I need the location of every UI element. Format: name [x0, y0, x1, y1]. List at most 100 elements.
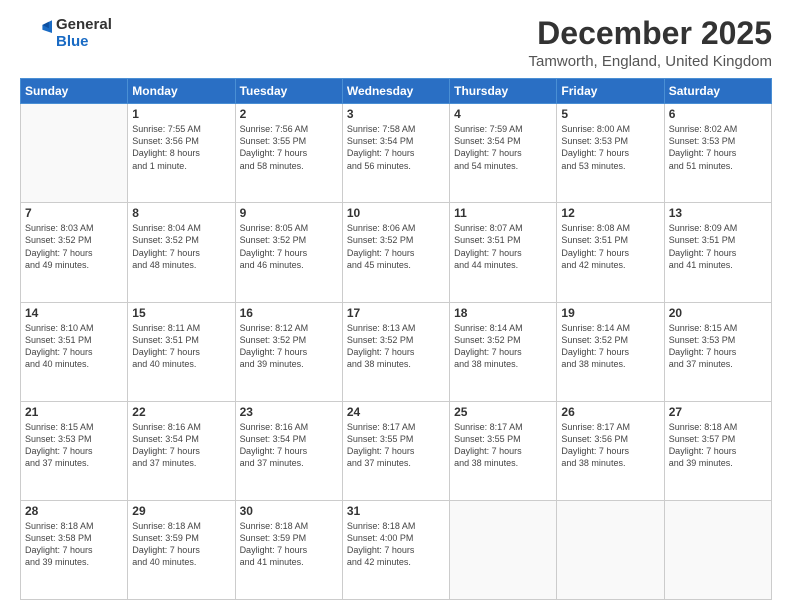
cell-content: Sunrise: 7:55 AM Sunset: 3:56 PM Dayligh… [132, 123, 230, 172]
calendar-cell: 28Sunrise: 8:18 AM Sunset: 3:58 PM Dayli… [21, 500, 128, 599]
calendar-cell [450, 500, 557, 599]
weekday-header-saturday: Saturday [664, 79, 771, 104]
cell-content: Sunrise: 8:08 AM Sunset: 3:51 PM Dayligh… [561, 222, 659, 271]
day-number: 10 [347, 206, 445, 220]
calendar-cell: 15 Sunrise: 8:11 AM Sunset: 3:51 PM Dayli… [128, 302, 235, 401]
day-number: 9 [240, 206, 338, 220]
month-title: December 2025 [529, 16, 772, 51]
weekday-header-tuesday: Tuesday [235, 79, 342, 104]
day-number: 22 [132, 405, 230, 419]
calendar-cell: 17 Sunrise: 8:13 AM Sunset: 3:52 PM Dayli… [342, 302, 449, 401]
calendar-cell: 6 Sunrise: 8:02 AM Sunset: 3:53 PM Daylig… [664, 104, 771, 203]
cell-content: Sunrise: 8:18 AM Sunset: 3:57 PM Dayligh… [669, 421, 767, 470]
cell-content: Sunrise: 8:11 AM Sunset: 3:51 PM Dayligh… [132, 322, 230, 371]
weekday-header-thursday: Thursday [450, 79, 557, 104]
cell-content: Sunrise: 8:14 AM Sunset: 3:52 PM Dayligh… [454, 322, 552, 371]
cell-content: Sunrise: 8:05 AM Sunset: 3:52 PM Dayligh… [240, 222, 338, 271]
day-number: 6 [669, 107, 767, 121]
cell-content: Sunrise: 8:16 AM Sunset: 3:54 PM Dayligh… [240, 421, 338, 470]
calendar-cell: 8Sunrise: 8:04 AM Sunset: 3:52 PM Daylig… [128, 203, 235, 302]
cell-content: Sunrise: 8:09 AM Sunset: 3:51 PM Dayligh… [669, 222, 767, 271]
day-number: 18 [454, 306, 552, 320]
cell-content: Sunrise: 8:18 AM Sunset: 3:58 PM Dayligh… [25, 520, 123, 569]
day-number: 11 [454, 206, 552, 220]
day-number: 31 [347, 504, 445, 518]
weekday-header-friday: Friday [557, 79, 664, 104]
calendar-cell: 26Sunrise: 8:17 AM Sunset: 3:56 PM Dayli… [557, 401, 664, 500]
calendar-cell: 19Sunrise: 8:14 AM Sunset: 3:52 PM Dayli… [557, 302, 664, 401]
logo-blue: Blue [56, 33, 112, 50]
logo-bird-icon [20, 17, 52, 49]
cell-content: Sunrise: 8:16 AM Sunset: 3:54 PM Dayligh… [132, 421, 230, 470]
day-number: 5 [561, 107, 659, 121]
calendar-cell: 25 Sunrise: 8:17 AM Sunset: 3:55 PM Dayli… [450, 401, 557, 500]
cell-content: Sunrise: 8:17 AM Sunset: 3:55 PM Dayligh… [454, 421, 552, 470]
calendar-cell: 7 Sunrise: 8:03 AM Sunset: 3:52 PM Daylig… [21, 203, 128, 302]
cell-content: Sunrise: 8:18 AM Sunset: 3:59 PM Dayligh… [240, 520, 338, 569]
day-number: 26 [561, 405, 659, 419]
calendar-cell: 31 Sunrise: 8:18 AM Sunset: 4:00 PM Dayli… [342, 500, 449, 599]
day-number: 1 [132, 107, 230, 121]
day-number: 20 [669, 306, 767, 320]
day-number: 29 [132, 504, 230, 518]
cell-content: Sunrise: 8:18 AM Sunset: 3:59 PM Dayligh… [132, 520, 230, 569]
day-number: 23 [240, 405, 338, 419]
day-number: 7 [25, 206, 123, 220]
calendar-cell: 16Sunrise: 8:12 AM Sunset: 3:52 PM Dayli… [235, 302, 342, 401]
day-number: 2 [240, 107, 338, 121]
header: General Blue December 2025 Tamworth, Eng… [20, 16, 772, 70]
week-row-5: 28Sunrise: 8:18 AM Sunset: 3:58 PM Dayli… [21, 500, 772, 599]
cell-content: Sunrise: 8:13 AM Sunset: 3:52 PM Dayligh… [347, 322, 445, 371]
calendar-cell: 20 Sunrise: 8:15 AM Sunset: 3:53 PM Dayli… [664, 302, 771, 401]
weekday-header-monday: Monday [128, 79, 235, 104]
calendar-cell: 1 Sunrise: 7:55 AM Sunset: 3:56 PM Daylig… [128, 104, 235, 203]
location: Tamworth, England, United Kingdom [529, 53, 772, 70]
cell-content: Sunrise: 8:03 AM Sunset: 3:52 PM Dayligh… [25, 222, 123, 271]
calendar-cell: 11 Sunrise: 8:07 AM Sunset: 3:51 PM Dayli… [450, 203, 557, 302]
week-row-3: 14Sunrise: 8:10 AM Sunset: 3:51 PM Dayli… [21, 302, 772, 401]
calendar-cell: 23 Sunrise: 8:16 AM Sunset: 3:54 PM Dayli… [235, 401, 342, 500]
day-number: 19 [561, 306, 659, 320]
cell-content: Sunrise: 8:02 AM Sunset: 3:53 PM Dayligh… [669, 123, 767, 172]
cell-content: Sunrise: 8:17 AM Sunset: 3:55 PM Dayligh… [347, 421, 445, 470]
day-number: 16 [240, 306, 338, 320]
cell-content: Sunrise: 7:59 AM Sunset: 3:54 PM Dayligh… [454, 123, 552, 172]
week-row-4: 21 Sunrise: 8:15 AM Sunset: 3:53 PM Dayli… [21, 401, 772, 500]
day-number: 21 [25, 405, 123, 419]
calendar-cell [664, 500, 771, 599]
calendar-cell: 9 Sunrise: 8:05 AM Sunset: 3:52 PM Daylig… [235, 203, 342, 302]
logo-general: General [56, 16, 112, 33]
cell-content: Sunrise: 7:58 AM Sunset: 3:54 PM Dayligh… [347, 123, 445, 172]
calendar: SundayMondayTuesdayWednesdayThursdayFrid… [20, 78, 772, 600]
day-number: 15 [132, 306, 230, 320]
cell-content: Sunrise: 8:15 AM Sunset: 3:53 PM Dayligh… [25, 421, 123, 470]
page: General Blue December 2025 Tamworth, Eng… [0, 0, 792, 612]
week-row-2: 7 Sunrise: 8:03 AM Sunset: 3:52 PM Daylig… [21, 203, 772, 302]
title-block: December 2025 Tamworth, England, United … [529, 16, 772, 70]
calendar-cell: 30Sunrise: 8:18 AM Sunset: 3:59 PM Dayli… [235, 500, 342, 599]
day-number: 13 [669, 206, 767, 220]
day-number: 3 [347, 107, 445, 121]
cell-content: Sunrise: 8:15 AM Sunset: 3:53 PM Dayligh… [669, 322, 767, 371]
calendar-cell: 3 Sunrise: 7:58 AM Sunset: 3:54 PM Daylig… [342, 104, 449, 203]
calendar-cell [557, 500, 664, 599]
calendar-cell: 14Sunrise: 8:10 AM Sunset: 3:51 PM Dayli… [21, 302, 128, 401]
calendar-cell: 2Sunrise: 7:56 AM Sunset: 3:55 PM Daylig… [235, 104, 342, 203]
cell-content: Sunrise: 8:06 AM Sunset: 3:52 PM Dayligh… [347, 222, 445, 271]
cell-content: Sunrise: 8:10 AM Sunset: 3:51 PM Dayligh… [25, 322, 123, 371]
calendar-cell: 24 Sunrise: 8:17 AM Sunset: 3:55 PM Dayli… [342, 401, 449, 500]
week-row-1: 1 Sunrise: 7:55 AM Sunset: 3:56 PM Daylig… [21, 104, 772, 203]
day-number: 25 [454, 405, 552, 419]
day-number: 12 [561, 206, 659, 220]
cell-content: Sunrise: 8:04 AM Sunset: 3:52 PM Dayligh… [132, 222, 230, 271]
cell-content: Sunrise: 8:18 AM Sunset: 4:00 PM Dayligh… [347, 520, 445, 569]
day-number: 17 [347, 306, 445, 320]
day-number: 24 [347, 405, 445, 419]
calendar-cell: 29 Sunrise: 8:18 AM Sunset: 3:59 PM Dayli… [128, 500, 235, 599]
logo: General Blue [20, 16, 112, 51]
calendar-cell: 4Sunrise: 7:59 AM Sunset: 3:54 PM Daylig… [450, 104, 557, 203]
calendar-cell: 22 Sunrise: 8:16 AM Sunset: 3:54 PM Dayli… [128, 401, 235, 500]
cell-content: Sunrise: 8:07 AM Sunset: 3:51 PM Dayligh… [454, 222, 552, 271]
calendar-cell: 13 Sunrise: 8:09 AM Sunset: 3:51 PM Dayli… [664, 203, 771, 302]
day-number: 27 [669, 405, 767, 419]
